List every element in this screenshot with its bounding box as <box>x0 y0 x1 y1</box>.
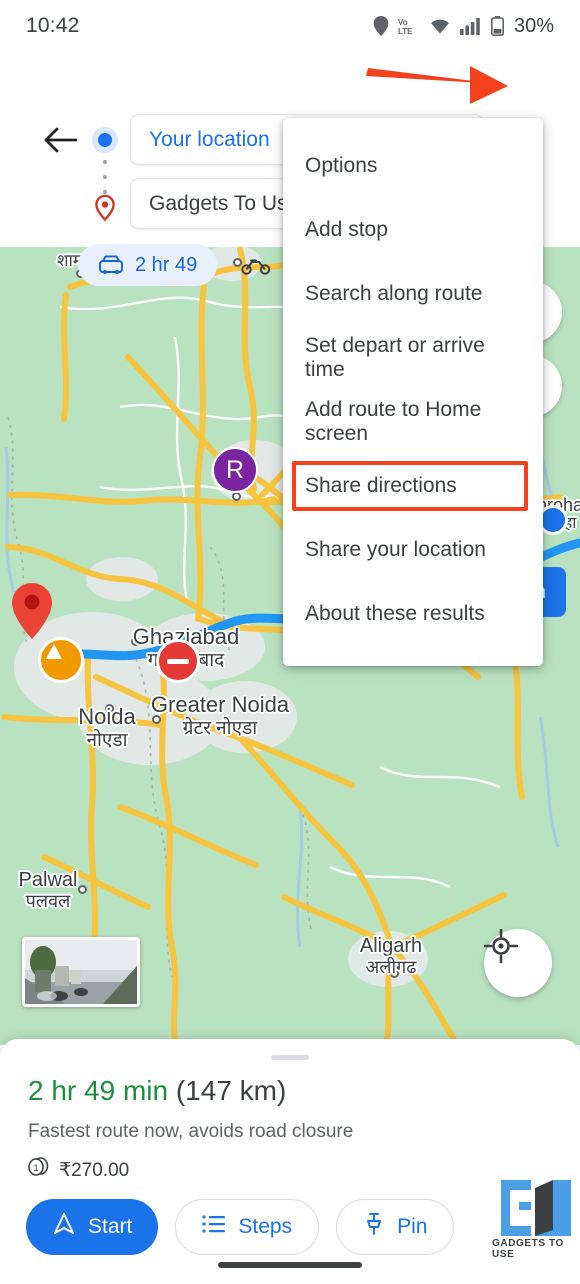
menu-item-label: Options <box>305 154 378 177</box>
destination-pin-icon <box>91 194 119 222</box>
steps-button[interactable]: Steps <box>175 1199 320 1255</box>
menu-item-add-route-to-home-screen[interactable]: Add route to Home screen <box>283 390 543 454</box>
menu-item-share-directions[interactable]: Share directions <box>283 454 543 518</box>
my-location-button[interactable] <box>484 929 552 997</box>
overflow-dropdown-menu: Options Add stop Search along route Set … <box>283 118 543 666</box>
menu-item-label: Search along route <box>305 282 483 305</box>
list-icon <box>202 1214 226 1240</box>
google-maps-screen: 10:42 Vo LTE 30% Your location Gadgets T… <box>0 0 580 1284</box>
road-closed-icon[interactable] <box>156 639 200 683</box>
street-view-thumbnail[interactable] <box>22 937 140 1007</box>
location-pin-icon <box>373 16 389 36</box>
motorcycle-icon <box>241 254 271 276</box>
battery-percent-label: 30% <box>513 14 554 37</box>
watermark-text: GADGETS TO USE <box>492 1238 564 1260</box>
travel-mode-driving[interactable]: 2 hr 49 <box>78 244 218 286</box>
gadgets-to-use-logo-icon <box>501 1180 571 1236</box>
back-button[interactable] <box>40 122 80 162</box>
city-dot <box>105 704 114 713</box>
navigation-arrow-icon <box>52 1212 76 1242</box>
route-waypoint-marker[interactable]: R <box>212 447 258 493</box>
wifi-icon <box>429 17 451 35</box>
svg-text:Vo: Vo <box>398 18 408 27</box>
sheet-drag-handle[interactable] <box>271 1055 309 1060</box>
road-work-icon[interactable] <box>38 637 84 683</box>
watermark-logo: GADGETS TO USE <box>492 1180 580 1260</box>
start-navigation-button[interactable]: Start <box>26 1199 159 1255</box>
origin-dot-icon <box>92 127 118 153</box>
menu-item-label: Share directions <box>305 474 457 497</box>
city-dot <box>390 969 399 978</box>
origin-input-value: Your location <box>149 127 270 151</box>
route-eta-distance: (147 km) <box>175 1075 287 1106</box>
android-navigation-pill[interactable] <box>218 1262 362 1268</box>
cellular-signal-icon <box>459 17 482 35</box>
travel-mode-driving-label: 2 hr 49 <box>135 253 198 276</box>
svg-text:1: 1 <box>33 1163 38 1173</box>
back-arrow-icon <box>43 125 78 160</box>
pin-button[interactable]: Pin <box>336 1199 455 1255</box>
status-bar: 10:42 Vo LTE 30% <box>0 0 580 52</box>
menu-item-search-along-route[interactable]: Search along route <box>283 262 543 326</box>
city-dot <box>232 492 241 501</box>
menu-item-label: About these results <box>305 602 485 625</box>
pin-button-label: Pin <box>397 1215 428 1238</box>
city-dot <box>78 885 87 894</box>
coins-icon: 1 <box>28 1157 50 1183</box>
route-connector-dots <box>102 160 108 194</box>
destination-input-value: Gadgets To Use <box>149 191 300 215</box>
route-eta: 2 hr 49 min (147 km) <box>28 1075 286 1107</box>
menu-item-options[interactable]: Options <box>283 134 543 198</box>
menu-item-label: Set depart or arrive time <box>305 334 485 381</box>
pin-icon <box>363 1212 385 1242</box>
volte-icon: Vo LTE <box>398 16 420 36</box>
route-eta-time: 2 hr 49 min <box>28 1075 169 1106</box>
route-note: Fastest route now, avoids road closure <box>28 1121 354 1142</box>
destination-map-marker[interactable] <box>10 582 54 640</box>
status-icon-group: Vo LTE 30% <box>373 15 554 38</box>
menu-item-label: Add stop <box>305 218 388 241</box>
toll-price: ₹270.00 <box>59 1159 130 1181</box>
svg-text:LTE: LTE <box>398 27 413 36</box>
start-button-label: Start <box>88 1215 133 1238</box>
status-time: 10:42 <box>26 14 80 37</box>
city-dot <box>152 715 161 724</box>
menu-item-label: Add route to Home screen <box>305 398 482 445</box>
menu-item-set-depart-or-arrive-time[interactable]: Set depart or arrive time <box>283 326 543 390</box>
toll-info: 1 ₹270.00 <box>28 1157 129 1183</box>
menu-item-share-your-location[interactable]: Share your location <box>283 518 543 582</box>
menu-item-add-stop[interactable]: Add stop <box>283 198 543 262</box>
battery-icon <box>490 16 504 36</box>
menu-item-about-these-results[interactable]: About these results <box>283 582 543 646</box>
city-dot <box>131 637 140 646</box>
car-icon <box>98 254 124 276</box>
menu-item-label: Share your location <box>305 538 486 561</box>
steps-button-label: Steps <box>238 1215 293 1238</box>
route-action-buttons: Start Steps Pin <box>26 1199 455 1255</box>
